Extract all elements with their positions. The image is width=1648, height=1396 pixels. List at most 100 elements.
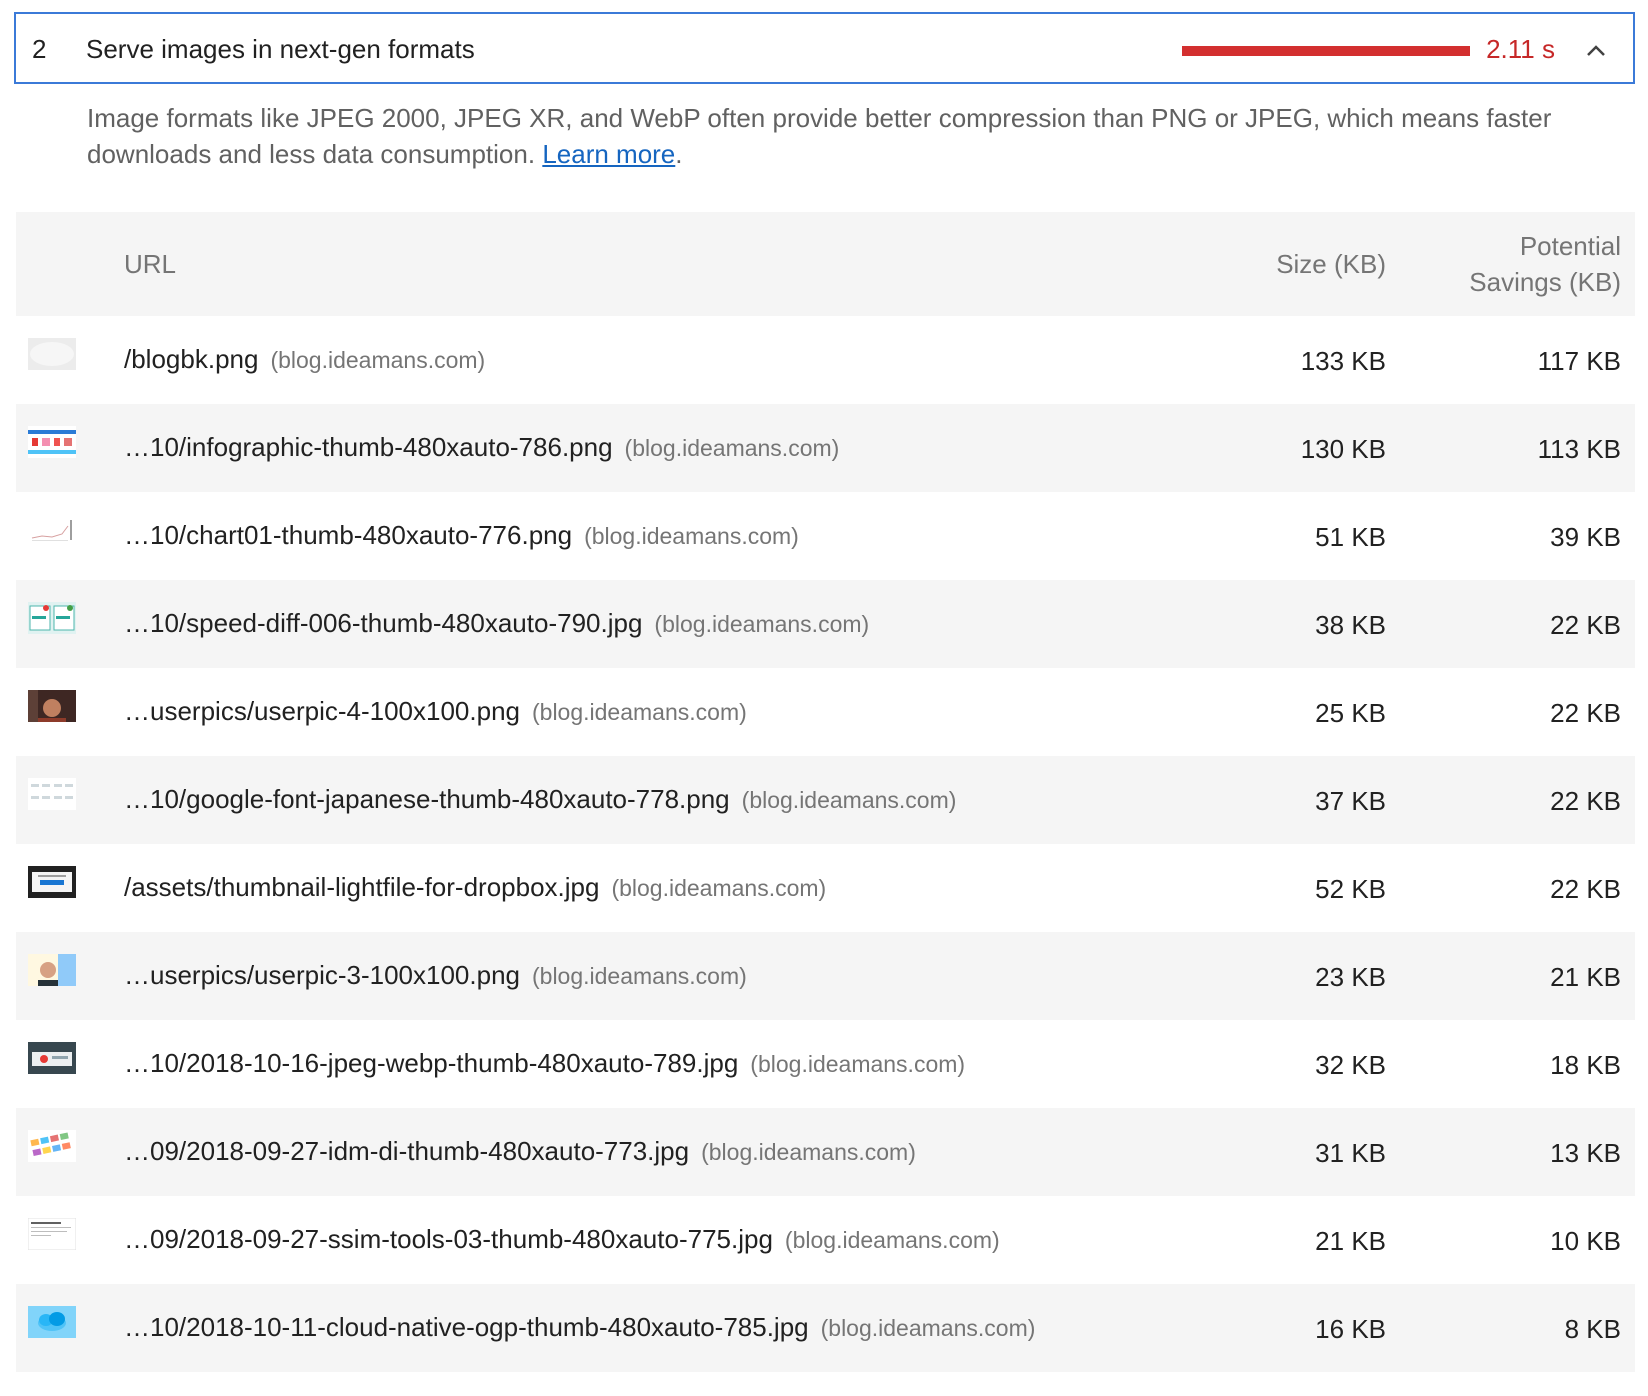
url-path[interactable]: …09/2018-09-27-idm-di-thumb-480xauto-773…: [124, 1136, 689, 1166]
savings-cell: 13 KB: [1550, 1138, 1621, 1168]
url-host: (blog.ideamans.com): [584, 523, 799, 549]
size-cell: 31 KB: [1315, 1138, 1386, 1168]
header-savings: Potential Savings (KB): [1469, 228, 1621, 300]
url-cell[interactable]: …09/2018-09-27-idm-di-thumb-480xauto-773…: [124, 1136, 916, 1167]
savings-cell: 21 KB: [1550, 962, 1621, 992]
image-thumbnail: [28, 690, 76, 722]
header-savings-line2: Savings (KB): [1469, 267, 1621, 297]
url-cell[interactable]: /blogbk.png (blog.ideamans.com): [124, 344, 485, 375]
table-row: …userpics/userpic-3-100x100.png (blog.ide…: [16, 932, 1635, 1020]
url-host: (blog.ideamans.com): [750, 1051, 966, 1077]
image-thumbnail: [28, 1306, 76, 1338]
url-path[interactable]: …10/2018-10-16-jpeg-webp-thumb-480xauto-…: [124, 1048, 738, 1078]
url-cell[interactable]: …10/chart01-thumb-480xauto-776.png (blog.…: [124, 520, 799, 551]
table-row: /assets/thumbnail-lightfile-for-dropbox.…: [16, 844, 1635, 932]
table-body: /blogbk.png (blog.ideamans.com) 133 KB 117 …: [16, 316, 1635, 1372]
image-thumbnail: [28, 602, 76, 634]
url-host: (blog.ideamans.com): [532, 963, 747, 989]
size-cell: 32 KB: [1315, 1050, 1386, 1080]
table-row: …10/google-font-japanese-thumb-480xauto-…: [16, 756, 1635, 844]
savings-cell: 113 KB: [1537, 434, 1621, 464]
size-cell: 25 KB: [1315, 698, 1386, 728]
url-host: (blog.ideamans.com): [784, 1227, 1000, 1253]
size-cell: 130 KB: [1300, 434, 1386, 464]
url-host: (blog.ideamans.com): [532, 699, 747, 725]
url-path[interactable]: …10/infographic-thumb-480xauto-786.png: [124, 432, 613, 462]
table-row: …10/speed-diff-006-thumb-480xauto-790.jp…: [16, 580, 1635, 668]
url-cell[interactable]: …userpics/userpic-3-100x100.png (blog.ide…: [124, 960, 747, 991]
savings-cell: 8 KB: [1564, 1314, 1621, 1344]
table-row: …10/2018-10-11-cloud-native-ogp-thumb-48…: [16, 1284, 1635, 1372]
table-row: …10/infographic-thumb-480xauto-786.png (b…: [16, 404, 1635, 492]
url-path[interactable]: …10/chart01-thumb-480xauto-776.png: [124, 520, 572, 550]
url-cell[interactable]: …10/2018-10-11-cloud-native-ogp-thumb-48…: [124, 1312, 1035, 1343]
savings-cell: 18 KB: [1550, 1050, 1621, 1080]
url-cell[interactable]: …10/2018-10-16-jpeg-webp-thumb-480xauto-…: [124, 1048, 965, 1079]
url-path[interactable]: …10/google-font-japanese-thumb-480xauto-…: [124, 784, 730, 814]
header-savings-line1: Potential: [1519, 231, 1621, 261]
size-cell: 51 KB: [1315, 522, 1386, 552]
url-host: (blog.ideamans.com): [654, 611, 870, 637]
description-end: .: [675, 139, 683, 169]
audit-description: Image formats like JPEG 2000, JPEG XR, a…: [87, 100, 1607, 172]
url-host: (blog.ideamans.com): [270, 347, 486, 373]
table-row: …userpics/userpic-4-100x100.png (blog.ide…: [16, 668, 1635, 756]
url-host: (blog.ideamans.com): [820, 1315, 1036, 1341]
header-size: Size (KB): [1276, 249, 1386, 279]
table-row: …09/2018-09-27-idm-di-thumb-480xauto-773…: [16, 1108, 1635, 1196]
url-host: (blog.ideamans.com): [624, 435, 840, 461]
image-thumbnail: [28, 954, 76, 986]
size-cell: 37 KB: [1315, 786, 1386, 816]
table-header: URL Size (KB) Potential Savings (KB): [16, 212, 1635, 316]
url-path[interactable]: …10/speed-diff-006-thumb-480xauto-790.jp…: [124, 608, 642, 638]
url-path[interactable]: …userpics/userpic-3-100x100.png: [124, 960, 520, 990]
url-host: (blog.ideamans.com): [611, 875, 827, 901]
size-cell: 38 KB: [1315, 610, 1386, 640]
table-row: …10/chart01-thumb-480xauto-776.png (blog.…: [16, 492, 1635, 580]
url-cell[interactable]: /assets/thumbnail-lightfile-for-dropbox.…: [124, 872, 826, 903]
table-row: /blogbk.png (blog.ideamans.com) 133 KB 117 …: [16, 316, 1635, 404]
image-thumbnail: [28, 778, 76, 810]
savings-cell: 22 KB: [1550, 786, 1621, 816]
savings-cell: 22 KB: [1550, 698, 1621, 728]
size-cell: 52 KB: [1315, 874, 1386, 904]
chevron-up-icon[interactable]: [1581, 36, 1611, 66]
image-thumbnail: [28, 1218, 76, 1250]
image-thumbnail: [28, 514, 76, 546]
image-thumbnail: [28, 866, 76, 898]
url-host: (blog.ideamans.com): [701, 1139, 916, 1165]
size-cell: 23 KB: [1315, 962, 1386, 992]
savings-cell: 39 KB: [1550, 522, 1621, 552]
url-path[interactable]: /assets/thumbnail-lightfile-for-dropbox.…: [124, 872, 599, 902]
header-url: URL: [124, 249, 177, 279]
audit-title: Serve images in next-gen formats: [86, 34, 475, 64]
audit-header[interactable]: 2 Serve images in next-gen formats 2.11 …: [14, 12, 1635, 84]
url-cell[interactable]: …09/2018-09-27-ssim-tools-03-thumb-480xa…: [124, 1224, 1000, 1255]
url-cell[interactable]: …10/infographic-thumb-480xauto-786.png (b…: [124, 432, 839, 463]
url-cell[interactable]: …10/google-font-japanese-thumb-480xauto-…: [124, 784, 956, 815]
url-cell[interactable]: …10/speed-diff-006-thumb-480xauto-790.jp…: [124, 608, 869, 639]
savings-cell: 117 KB: [1537, 346, 1621, 376]
savings-bar: [1182, 46, 1470, 56]
image-thumbnail: [28, 1042, 76, 1074]
audit-index: 2: [32, 34, 47, 64]
size-cell: 16 KB: [1315, 1314, 1386, 1344]
url-path[interactable]: /blogbk.png: [124, 344, 258, 374]
image-thumbnail: [28, 426, 76, 458]
savings-cell: 22 KB: [1550, 874, 1621, 904]
savings-cell: 22 KB: [1550, 610, 1621, 640]
learn-more-link[interactable]: Learn more: [542, 139, 675, 169]
table-row: …10/2018-10-16-jpeg-webp-thumb-480xauto-…: [16, 1020, 1635, 1108]
url-host: (blog.ideamans.com): [741, 787, 957, 813]
url-path[interactable]: …10/2018-10-11-cloud-native-ogp-thumb-48…: [124, 1312, 809, 1342]
table-row: …09/2018-09-27-ssim-tools-03-thumb-480xa…: [16, 1196, 1635, 1284]
size-cell: 133 KB: [1300, 346, 1386, 376]
audit-value: 2.11 s: [1486, 34, 1555, 64]
size-cell: 21 KB: [1315, 1226, 1386, 1256]
url-path[interactable]: …09/2018-09-27-ssim-tools-03-thumb-480xa…: [124, 1224, 773, 1254]
url-path[interactable]: …userpics/userpic-4-100x100.png: [124, 696, 520, 726]
image-thumbnail: [28, 338, 76, 370]
savings-cell: 10 KB: [1550, 1226, 1621, 1256]
url-cell[interactable]: …userpics/userpic-4-100x100.png (blog.ide…: [124, 696, 747, 727]
image-thumbnail: [28, 1130, 76, 1162]
